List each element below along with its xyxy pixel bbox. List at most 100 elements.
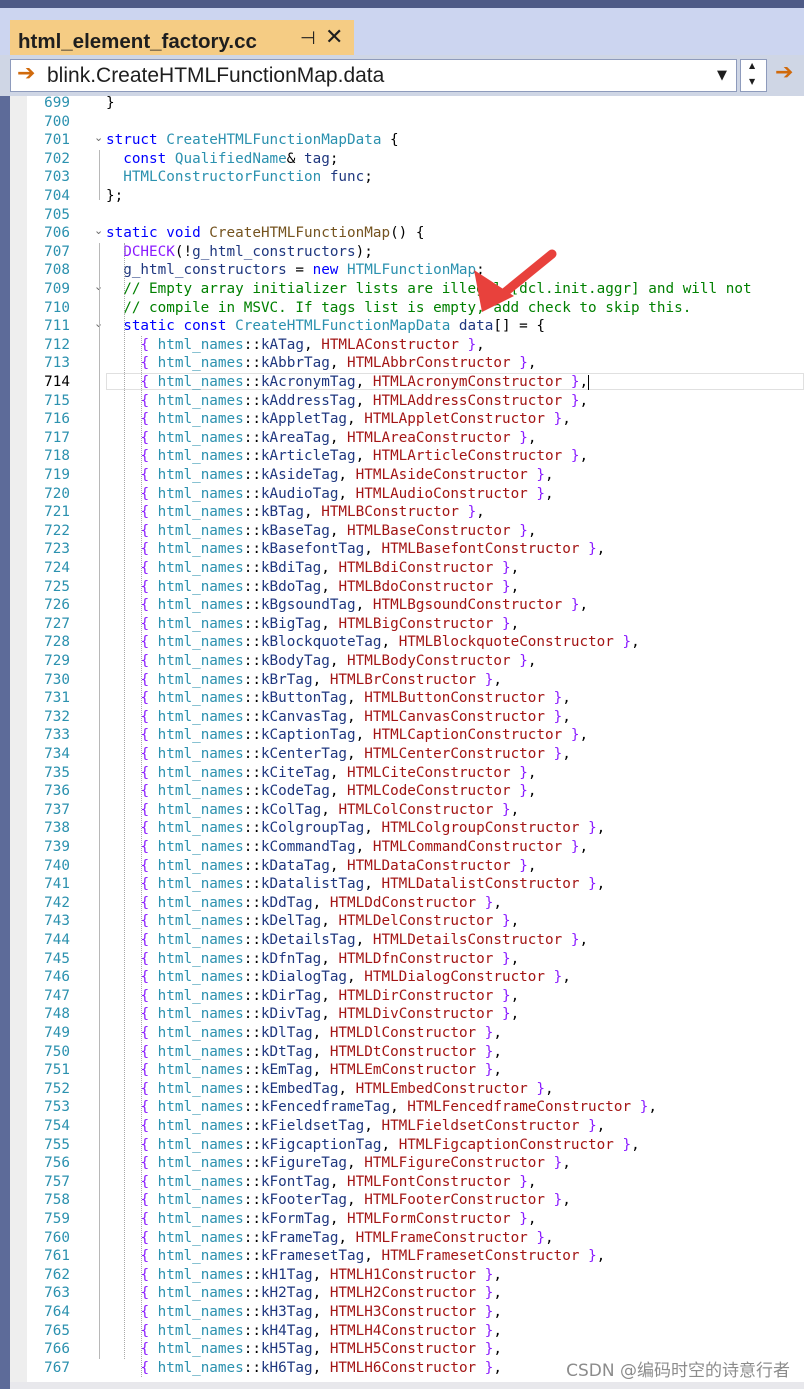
- code-token: HTMLFrameConstructor: [355, 1229, 528, 1246]
- code-token: html_names: [157, 857, 244, 874]
- code-text: { html_names::kDlTag, HTMLDlConstructor …: [140, 1025, 502, 1041]
- code-token: HTMLDfnConstructor: [338, 950, 494, 967]
- line-number: 718: [44, 448, 70, 465]
- code-text: { html_names::kBgsoundTag, HTMLBgsoundCo…: [140, 597, 589, 614]
- code-editor[interactable]: 699} 700 701 struct CreateHTMLFunctionMapDa…: [10, 96, 804, 1389]
- code-line: 730 { html_names::kBrTag, HTMLBrConstruc…: [10, 671, 804, 690]
- code-token: html_names: [157, 467, 244, 483]
- line-number: 724: [44, 560, 70, 576]
- fold-toggle-icon[interactable]: ⌄: [94, 225, 104, 236]
- code-token: ::: [243, 950, 261, 967]
- code-text: { html_names::kFrameTag, HTMLFrameConstr…: [140, 1229, 554, 1246]
- code-token: HTMLDialogConstructor: [364, 969, 546, 986]
- fold-toggle-icon[interactable]: ⌄: [94, 132, 104, 143]
- code-line: 724 { html_names::kBdiTag, HTMLBdiConstr…: [10, 559, 804, 578]
- line-number: 700: [44, 113, 70, 130]
- code-line: 744 { html_names::kDetailsTag, HTMLDetai…: [10, 931, 804, 950]
- code-line: 726 { html_names::kBgsoundTag, HTMLBgsou…: [10, 596, 804, 615]
- code-line: 762 { html_names::kH1Tag, HTMLH1Construc…: [10, 1266, 804, 1285]
- line-number: 708: [44, 262, 70, 279]
- line-number: 722: [44, 522, 70, 539]
- code-token: HTMLBdoConstructor: [338, 578, 494, 595]
- go-arrow-icon[interactable]: ➔: [775, 60, 793, 85]
- code-token: ::: [243, 355, 261, 372]
- code-token: kDialogTag: [260, 969, 348, 986]
- code-token: struct: [106, 132, 167, 149]
- chevron-down-icon[interactable]: ▼: [717, 68, 727, 83]
- code-line: 722 { html_names::kBaseTag, HTMLBaseCons…: [10, 522, 804, 541]
- code-token: HTMLH5Constructor: [329, 1341, 477, 1358]
- code-token: ::: [243, 1322, 261, 1339]
- code-token: ::: [243, 783, 261, 800]
- code-token: kAcronymTag: [260, 374, 356, 390]
- close-icon[interactable]: ✕: [325, 25, 343, 50]
- scope-spinner[interactable]: ▲ ▼: [740, 59, 767, 92]
- code-line: 765 { html_names::kH4Tag, HTMLH4Construc…: [10, 1322, 804, 1341]
- line-number: 763: [44, 1285, 70, 1302]
- code-token: const: [123, 150, 175, 167]
- spin-up-icon[interactable]: ▲: [749, 61, 755, 70]
- horizontal-scrollbar[interactable]: [10, 1382, 804, 1389]
- brace: }: [519, 783, 528, 800]
- code-line: 746 { html_names::kDialogTag, HTMLDialog…: [10, 968, 804, 987]
- code-text: { html_names::kDtTag, HTMLDtConstructor …: [140, 1043, 502, 1060]
- code-token: HTMLBaseConstructor: [347, 522, 511, 539]
- code-text: { html_names::kH6Tag, HTMLH6Constructor …: [140, 1359, 502, 1376]
- code-token: HTMLH1Constructor: [329, 1266, 477, 1283]
- code-token: ::: [243, 913, 261, 930]
- code-token: html_names: [157, 950, 244, 967]
- code-line: 758 { html_names::kFooterTag, HTMLFooter…: [10, 1191, 804, 1210]
- code-line: 759 { html_names::kFormTag, HTMLFormCons…: [10, 1210, 804, 1229]
- code-token: HTMLH2Constructor: [329, 1285, 477, 1302]
- code-token: kAudioTag: [260, 485, 339, 502]
- brace: }: [519, 429, 528, 446]
- code-text: };: [106, 187, 123, 206]
- code-token: html_names: [157, 1136, 244, 1153]
- code-text: { html_names::kBdoTag, HTMLBdoConstructo…: [140, 578, 520, 595]
- code-token: html_names: [157, 429, 244, 446]
- brace: }: [484, 1043, 494, 1060]
- code-token: DCHECK: [123, 243, 175, 260]
- code-token: kBdoTag: [260, 578, 322, 595]
- line-number: 714: [44, 374, 70, 390]
- brace: }: [553, 746, 563, 762]
- code-line: 751 { html_names::kEmTag, HTMLEmConstruc…: [10, 1061, 804, 1080]
- code-token: ::: [243, 727, 261, 744]
- code-line: 757 { html_names::kFontTag, HTMLFontCons…: [10, 1173, 804, 1192]
- code-token: ::: [243, 504, 261, 521]
- line-number: 699: [44, 96, 70, 111]
- code-token: kAreaTag: [260, 429, 330, 446]
- code-text: struct CreateHTMLFunctionMapData {: [106, 131, 399, 150]
- code-line: 707 DCHECK(!g_html_constructors);: [10, 243, 804, 262]
- code-token: html_names: [157, 1304, 244, 1320]
- brace: }: [484, 1025, 494, 1041]
- brace: }: [588, 876, 597, 893]
- code-token: static const: [123, 318, 236, 335]
- code-token: kColTag: [260, 801, 322, 818]
- code-token: html_names: [157, 1155, 244, 1172]
- code-token: html_names: [157, 355, 244, 372]
- code-token: html_names: [157, 578, 244, 595]
- line-number: 720: [44, 485, 70, 502]
- brace: }: [570, 392, 580, 409]
- scope-dropdown[interactable]: ➔ blink.CreateHTMLFunctionMap.data ▼: [10, 59, 737, 92]
- code-token: HTMLAreaConstructor: [347, 429, 511, 446]
- spin-down-icon[interactable]: ▼: [749, 77, 755, 86]
- code-token: ::: [243, 1080, 261, 1097]
- code-token: ::: [243, 1173, 261, 1190]
- line-number: 736: [44, 783, 70, 800]
- code-text: { html_names::kBaseTag, HTMLBaseConstruc…: [140, 522, 537, 539]
- code-token: HTMLBigConstructor: [338, 615, 494, 632]
- code-token: kCanvasTag: [260, 708, 348, 725]
- code-token: html_names: [157, 597, 244, 614]
- line-number: 731: [44, 690, 70, 707]
- line-number: 758: [44, 1192, 70, 1209]
- code-token: QualifiedName: [174, 150, 287, 167]
- code-token: html_names: [157, 801, 244, 818]
- code-token: [] = {: [493, 318, 546, 335]
- brace: }: [501, 913, 511, 930]
- pin-icon[interactable]: ⊣: [300, 28, 316, 49]
